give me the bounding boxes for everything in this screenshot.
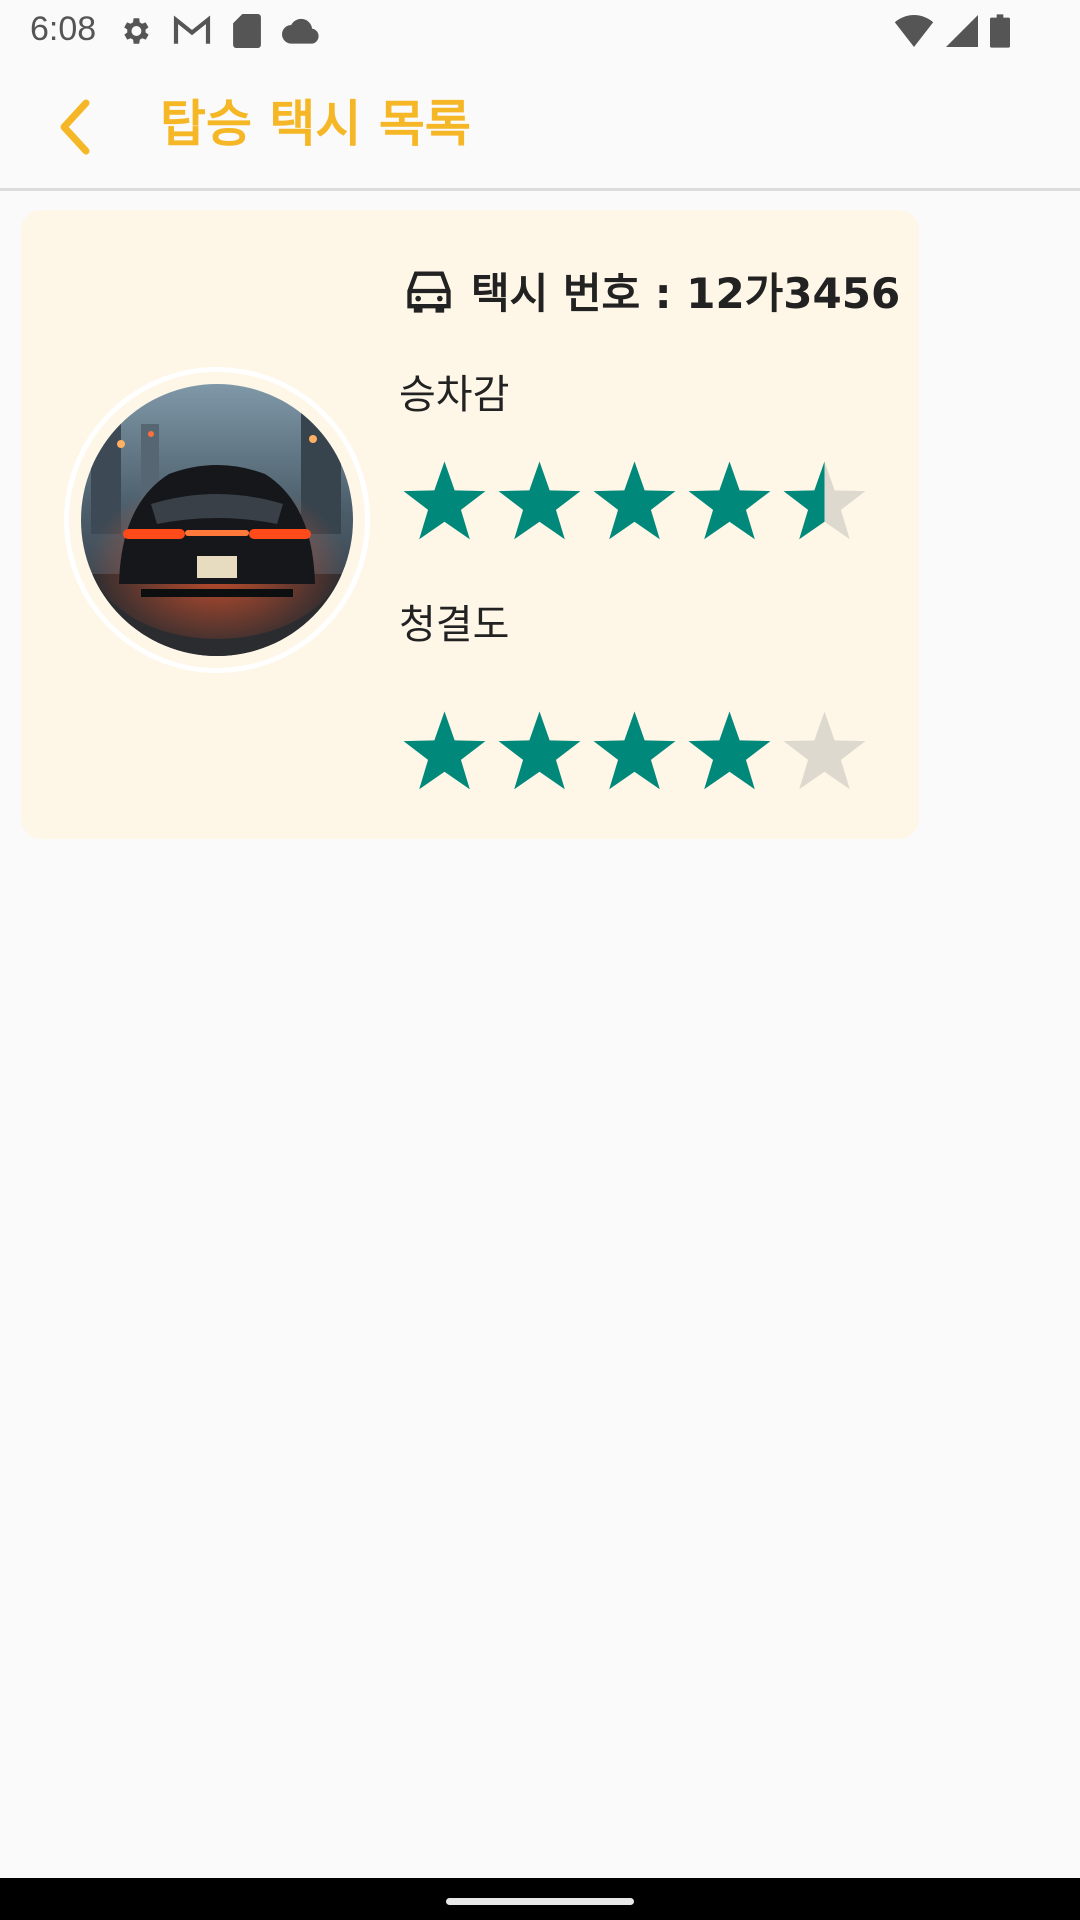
avatar-ring xyxy=(64,367,370,673)
cloud-icon xyxy=(282,18,319,44)
rating-stars-ride-comfort xyxy=(401,458,868,544)
star-icon xyxy=(783,711,866,790)
wifi-icon xyxy=(894,15,934,47)
status-icons-left xyxy=(118,14,320,48)
star-icon xyxy=(498,461,581,540)
gear-icon xyxy=(124,18,149,44)
taxi-card[interactable]: 택시 번호 : 12가3456 승차감 청결도 xyxy=(21,210,919,839)
gmail-icon xyxy=(173,15,211,44)
star-icon xyxy=(403,711,486,790)
star-icon xyxy=(403,461,486,540)
battery-icon xyxy=(990,14,1010,48)
status-bar: 6:08 xyxy=(0,0,1080,62)
app-bar: 탑승 택시 목록 xyxy=(0,62,1080,191)
star-icon xyxy=(498,711,581,790)
home-gesture-handle[interactable] xyxy=(446,1898,634,1905)
status-time: 6:08 xyxy=(30,10,97,48)
sd-card-icon xyxy=(233,14,261,48)
taxi-icon xyxy=(407,271,451,313)
cell-signal-icon xyxy=(946,15,978,47)
taxi-plate-number: 택시 번호 : 12가3456 xyxy=(471,269,901,318)
back-button[interactable] xyxy=(44,92,104,162)
rating-label-cleanliness: 청결도 xyxy=(399,602,510,648)
taxi-photo xyxy=(81,384,353,656)
status-icons-right xyxy=(894,14,1010,48)
rating-label-ride-comfort: 승차감 xyxy=(399,372,510,418)
star-icon xyxy=(593,711,676,790)
rating-stars-cleanliness xyxy=(401,708,868,794)
star-icon xyxy=(593,461,676,540)
chevron-left-icon xyxy=(60,99,90,155)
plate-row: 택시 번호 : 12가3456 xyxy=(403,260,900,321)
star-icon xyxy=(688,461,771,540)
star-icon xyxy=(783,461,866,540)
star-icon xyxy=(688,711,771,790)
page-title: 탑승 택시 목록 xyxy=(160,95,471,153)
